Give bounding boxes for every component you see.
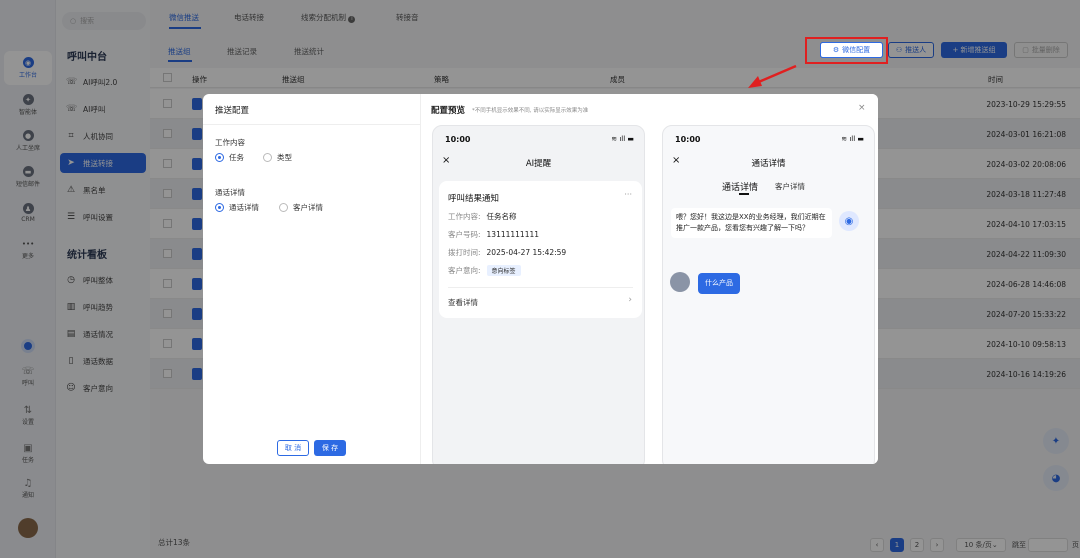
radio-circle <box>263 153 272 162</box>
tab-underline <box>739 193 749 195</box>
divider <box>203 124 421 125</box>
wechat-config-button-highlight[interactable]: ⚙ 微信配置 <box>820 42 883 58</box>
radio-label: 类型 <box>277 153 292 162</box>
phone-title: 通话详情 <box>751 159 786 169</box>
field-phone: 客户号码: 13111111111 <box>448 229 539 240</box>
radio-circle <box>215 153 224 162</box>
intent-tag: 意向标签 <box>486 265 521 276</box>
field-key: 客户号码: <box>448 230 481 239</box>
radio-circle <box>279 203 288 212</box>
radio-task[interactable]: 任务 <box>215 152 244 163</box>
preview-note: *不同手机显示效果不同, 请以实际显示效果为准 <box>472 108 589 114</box>
divider <box>448 287 633 288</box>
button-label: 微信配置 <box>842 46 871 54</box>
phone-time: 10:00 <box>675 135 701 144</box>
field-intent: 客户意向: 意向标签 <box>448 265 521 276</box>
field-key: 工作内容: <box>448 212 481 221</box>
field-key: 客户意向: <box>448 266 481 275</box>
preview-panel: 配置预览 *不同手机显示效果不同, 请以实际显示效果为准 × 10:00 ≋ ı… <box>421 94 878 464</box>
tab-customer-detail: 客户详情 <box>775 182 805 191</box>
phone-time: 10:00 <box>445 135 471 144</box>
bot-message: 喂？您好！我这边是XX的业务经理，我们近期在推广一款产品，您看您有兴趣了解一下吗… <box>671 208 832 238</box>
radio-customer-detail[interactable]: 客户详情 <box>279 202 323 213</box>
config-title: 推送配置 <box>215 106 250 116</box>
field-value: 任务名称 <box>486 212 517 221</box>
card-title: 呼叫结果通知 <box>448 194 500 204</box>
radio-label: 客户详情 <box>293 203 323 212</box>
field-key: 拨打时间: <box>448 248 481 257</box>
field-value: 13111111111 <box>486 230 540 239</box>
annotation-arrow <box>748 64 797 88</box>
work-content-label: 工作内容 <box>215 138 245 147</box>
cancel-button[interactable]: 取 消 <box>277 440 309 456</box>
radio-type[interactable]: 类型 <box>263 152 292 163</box>
chevron-right-icon: › <box>628 295 632 305</box>
view-details-link[interactable]: 查看详情 <box>448 297 478 308</box>
close-icon[interactable]: × <box>858 103 866 113</box>
radio-circle <box>215 203 224 212</box>
save-button[interactable]: 保 存 <box>314 440 346 456</box>
radio-label: 任务 <box>229 153 244 162</box>
phone-preview-call-detail: 10:00 ≋ ıll ▬ × 通话详情 通话详情 客户详情 喂？您好！我这边是… <box>662 125 875 464</box>
signal-battery-icon: ≋ ıll ▬ <box>841 135 864 143</box>
gear-icon: ⚙ <box>832 46 840 54</box>
preview-title: 配置预览 <box>431 106 466 116</box>
phone-preview-notification: 10:00 ≋ ıll ▬ × AI提醒 呼叫结果通知 ··· 工作内容: 任务名… <box>432 125 645 464</box>
field-value: 2025-04-27 15:42:59 <box>486 248 567 257</box>
tab-call-detail: 通话详情 <box>722 183 759 193</box>
user-avatar-icon <box>670 272 690 292</box>
push-config-modal: 推送配置 工作内容 任务 类型 通话详情 通话详情 客户详情 取 消 保 存 配… <box>203 94 878 464</box>
signal-battery-icon: ≋ ıll ▬ <box>611 135 634 143</box>
more-dots-icon: ··· <box>624 190 632 199</box>
robot-avatar-icon: ◉ <box>839 211 859 231</box>
field-dial-time: 拨打时间: 2025-04-27 15:42:59 <box>448 247 566 258</box>
config-panel: 推送配置 工作内容 任务 类型 通话详情 通话详情 客户详情 取 消 保 存 <box>203 94 421 464</box>
notification-card: 呼叫结果通知 ··· 工作内容: 任务名称 客户号码: 13111111111 拨打… <box>439 181 642 318</box>
radio-call-detail[interactable]: 通话详情 <box>215 202 259 213</box>
phone-title: AI提醒 <box>525 159 552 169</box>
call-detail-label: 通话详情 <box>215 188 245 197</box>
radio-label: 通话详情 <box>229 203 259 212</box>
field-work-content: 工作内容: 任务名称 <box>448 211 517 222</box>
user-message: 什么产品 <box>698 273 740 294</box>
